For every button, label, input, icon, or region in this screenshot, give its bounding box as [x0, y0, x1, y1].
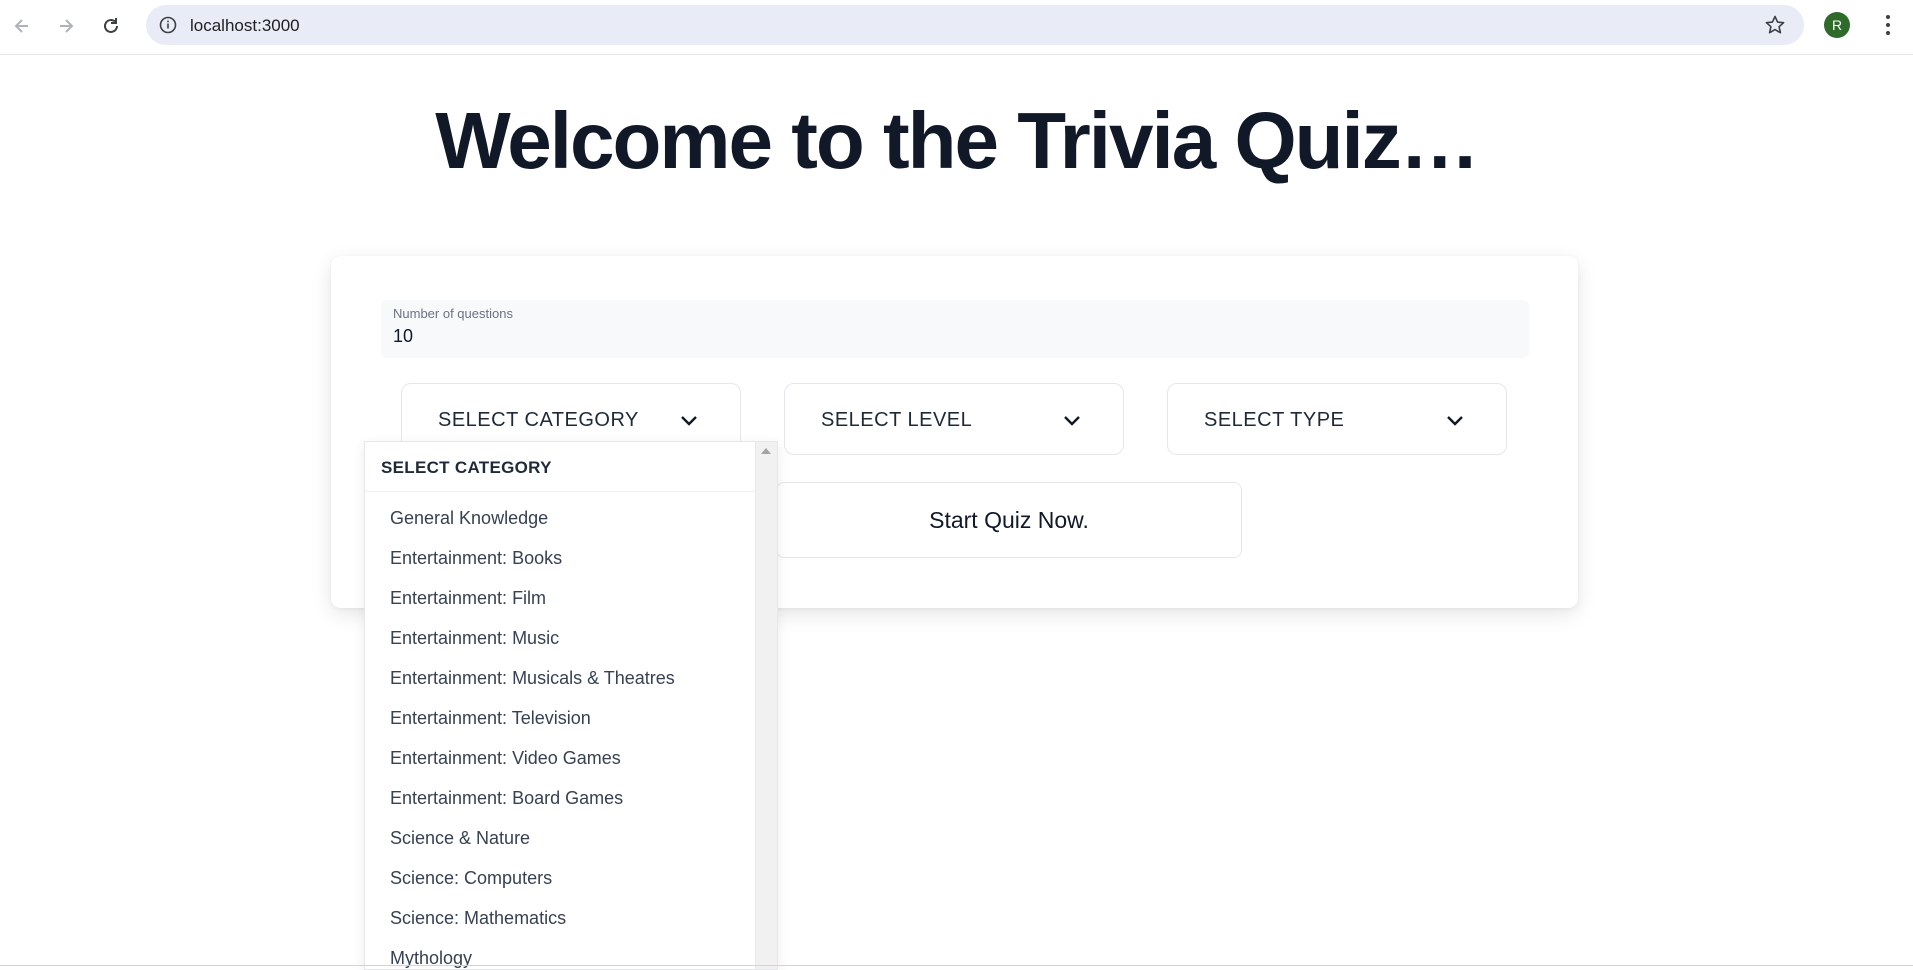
site-info-icon[interactable]	[158, 15, 178, 35]
url-text[interactable]: localhost:3000	[190, 16, 300, 36]
category-option[interactable]: Entertainment: Books	[390, 548, 562, 569]
divider	[0, 965, 1913, 966]
start-quiz-button[interactable]: Start Quiz Now.	[776, 482, 1242, 558]
arrow-left-icon	[14, 19, 28, 33]
arrow-right-icon	[60, 19, 74, 33]
category-option[interactable]: Science: Computers	[390, 868, 552, 889]
number-of-questions-input[interactable]	[393, 326, 1493, 347]
page-title: Welcome to the Trivia Quiz…	[435, 96, 1480, 185]
chevron-down-icon	[1064, 416, 1080, 426]
category-option[interactable]: Entertainment: Music	[390, 628, 559, 649]
category-select-label: SELECT CATEGORY	[438, 409, 639, 431]
type-select[interactable]: SELECT TYPE	[1167, 383, 1507, 455]
category-dropdown-list[interactable]: SELECT CATEGORY General Knowledge Entert…	[364, 441, 778, 970]
category-option[interactable]: Entertainment: Film	[390, 588, 546, 609]
category-option[interactable]: Entertainment: Television	[390, 708, 591, 729]
browser-toolbar: localhost:3000 R	[0, 0, 1913, 55]
level-select[interactable]: SELECT LEVEL	[784, 383, 1124, 455]
more-options-icon[interactable]	[1876, 12, 1900, 38]
back-button[interactable]	[7, 11, 37, 41]
category-option[interactable]: Entertainment: Video Games	[390, 748, 621, 769]
scroll-up-arrow-icon[interactable]	[761, 448, 771, 454]
level-select-label: SELECT LEVEL	[821, 409, 973, 431]
address-bar[interactable]: localhost:3000	[146, 5, 1804, 45]
category-option[interactable]: Science: Mathematics	[390, 908, 566, 929]
category-option[interactable]: Entertainment: Musicals & Theatres	[390, 668, 675, 689]
number-of-questions-field[interactable]: Number of questions	[381, 300, 1529, 358]
dropdown-header-label: SELECT CATEGORY	[381, 458, 552, 477]
number-of-questions-label: Number of questions	[393, 306, 513, 321]
profile-avatar[interactable]: R	[1824, 12, 1850, 38]
type-select-label: SELECT TYPE	[1204, 409, 1345, 431]
chevron-down-icon	[1447, 416, 1463, 426]
reload-button[interactable]	[96, 11, 126, 41]
category-option[interactable]: Science & Nature	[390, 828, 530, 849]
reload-icon	[104, 18, 118, 33]
category-option[interactable]: General Knowledge	[390, 508, 548, 529]
dropdown-header[interactable]: SELECT CATEGORY	[365, 442, 757, 492]
dropdown-scrollbar[interactable]	[755, 442, 777, 969]
chevron-down-icon	[681, 416, 697, 426]
category-option[interactable]: Entertainment: Board Games	[390, 788, 623, 809]
bookmark-star-icon[interactable]	[1764, 14, 1786, 36]
forward-button[interactable]	[51, 11, 81, 41]
